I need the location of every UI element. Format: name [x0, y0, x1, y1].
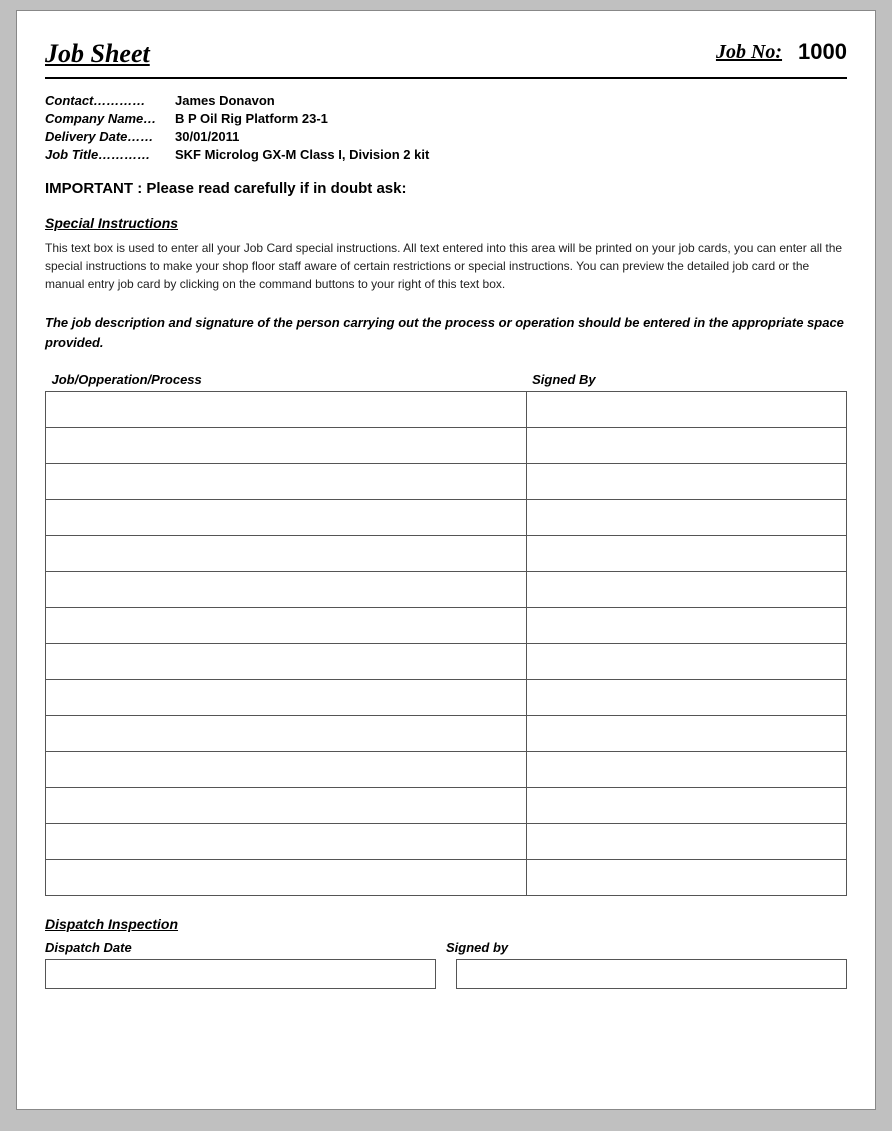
signed-by-cell[interactable]: [526, 716, 846, 752]
col1-header: Job/Opperation/Process: [46, 368, 527, 392]
table-row: [46, 500, 847, 536]
job-operation-cell[interactable]: [46, 752, 527, 788]
signed-by-cell[interactable]: [526, 608, 846, 644]
table-row: [46, 680, 847, 716]
signed-by-cell[interactable]: [526, 824, 846, 860]
table-row: [46, 536, 847, 572]
table-row: [46, 752, 847, 788]
job-operation-cell[interactable]: [46, 500, 527, 536]
dispatch-date-input[interactable]: [45, 959, 436, 989]
job-operation-cell[interactable]: [46, 572, 527, 608]
signed-by-cell[interactable]: [526, 788, 846, 824]
dispatch-date-label: Dispatch Date: [45, 940, 446, 955]
job-operation-cell[interactable]: [46, 824, 527, 860]
col2-header: Signed By: [526, 368, 846, 392]
job-operation-cell[interactable]: [46, 464, 527, 500]
signed-by-cell[interactable]: [526, 392, 846, 428]
job-operation-cell[interactable]: [46, 860, 527, 896]
job-operation-cell[interactable]: [46, 644, 527, 680]
signed-by-cell[interactable]: [526, 680, 846, 716]
special-instructions-text: This text box is used to enter all your …: [45, 239, 847, 293]
dispatch-header-row: Dispatch Date Signed by: [45, 940, 847, 955]
table-row: [46, 788, 847, 824]
job-no-value: 1000: [798, 39, 847, 65]
table-row: [46, 716, 847, 752]
page-header: Job Sheet Job No: 1000: [45, 39, 847, 79]
company-row: Company Name… B P Oil Rig Platform 23-1: [45, 111, 847, 126]
dispatch-title: Dispatch Inspection: [45, 916, 847, 932]
table-row: [46, 392, 847, 428]
signed-by-cell[interactable]: [526, 428, 846, 464]
table-row: [46, 464, 847, 500]
table-row: [46, 428, 847, 464]
contact-row: Contact………… James Donavon: [45, 93, 847, 108]
job-desc-note: The job description and signature of the…: [45, 313, 847, 352]
job-operation-cell[interactable]: [46, 788, 527, 824]
dispatch-signed-label: Signed by: [446, 940, 847, 955]
job-operation-cell[interactable]: [46, 428, 527, 464]
signed-by-cell[interactable]: [526, 500, 846, 536]
important-notice: IMPORTANT : Please read carefully if in …: [45, 176, 847, 201]
job-operation-cell[interactable]: [46, 536, 527, 572]
job-no-label: Job No:: [716, 41, 782, 64]
job-sheet-page: Job Sheet Job No: 1000 Contact………… James…: [16, 10, 876, 1110]
delivery-label: Delivery Date……: [45, 129, 175, 144]
job-table: Job/Opperation/Process Signed By: [45, 368, 847, 896]
table-row: [46, 608, 847, 644]
table-row: [46, 824, 847, 860]
job-operation-cell[interactable]: [46, 392, 527, 428]
job-no-section: Job No: 1000: [716, 39, 847, 65]
table-row: [46, 572, 847, 608]
delivery-row: Delivery Date…… 30/01/2011: [45, 129, 847, 144]
dispatch-section: Dispatch Inspection Dispatch Date Signed…: [45, 916, 847, 989]
table-row: [46, 644, 847, 680]
contact-value: James Donavon: [175, 93, 275, 108]
dispatch-input-row: [45, 959, 847, 989]
job-title-label: Job Title…………: [45, 147, 175, 162]
special-instructions-title: Special Instructions: [45, 215, 847, 231]
company-label: Company Name…: [45, 111, 175, 126]
signed-by-cell[interactable]: [526, 572, 846, 608]
delivery-value: 30/01/2011: [175, 129, 239, 144]
table-row: [46, 860, 847, 896]
job-title-value: SKF Microlog GX-M Class I, Division 2 ki…: [175, 147, 429, 162]
dispatch-signed-input[interactable]: [456, 959, 847, 989]
contact-label: Contact…………: [45, 93, 175, 108]
signed-by-cell[interactable]: [526, 752, 846, 788]
page-title: Job Sheet: [45, 39, 150, 69]
info-section: Contact………… James Donavon Company Name… …: [45, 93, 847, 162]
signed-by-cell[interactable]: [526, 464, 846, 500]
job-operation-cell[interactable]: [46, 608, 527, 644]
job-title-row: Job Title………… SKF Microlog GX-M Class I,…: [45, 147, 847, 162]
table-header-row: Job/Opperation/Process Signed By: [46, 368, 847, 392]
job-operation-cell[interactable]: [46, 716, 527, 752]
signed-by-cell[interactable]: [526, 860, 846, 896]
company-value: B P Oil Rig Platform 23-1: [175, 111, 328, 126]
job-operation-cell[interactable]: [46, 680, 527, 716]
signed-by-cell[interactable]: [526, 536, 846, 572]
signed-by-cell[interactable]: [526, 644, 846, 680]
